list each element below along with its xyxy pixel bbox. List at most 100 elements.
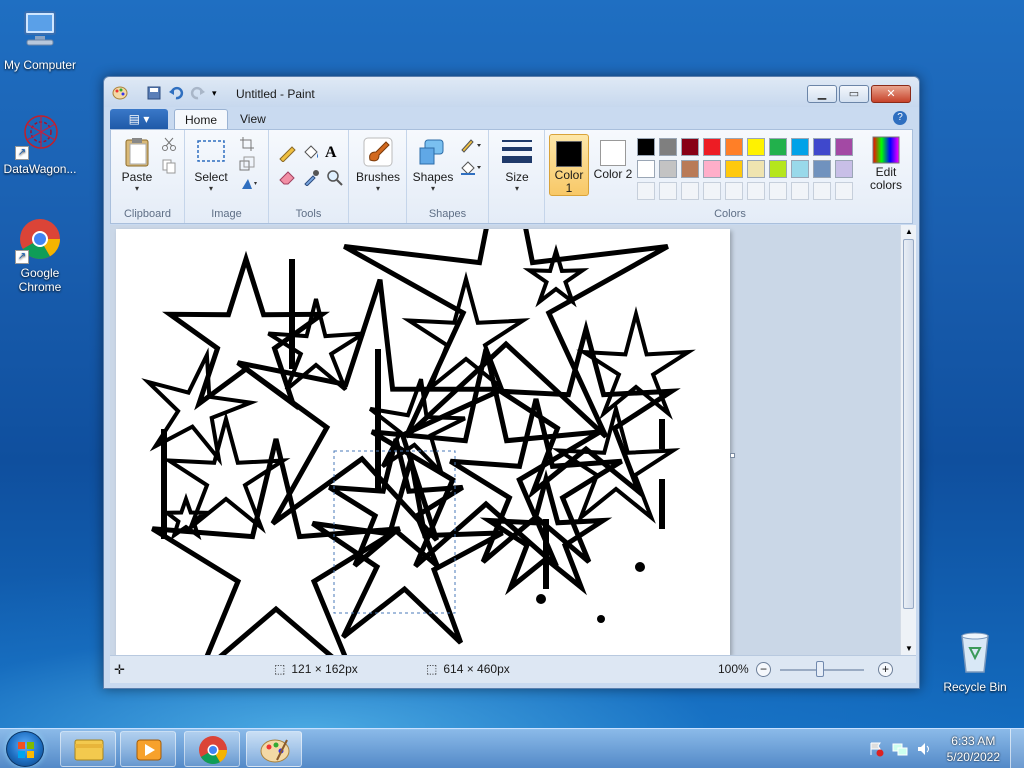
color-picker-icon[interactable] [301, 168, 321, 187]
help-icon[interactable]: ? [893, 111, 907, 125]
title-bar[interactable]: ▾ Untitled - Paint ▁ ▭ ✕ [104, 77, 919, 107]
size-button[interactable]: Size ▾ [495, 136, 539, 193]
crop-icon[interactable] [239, 136, 259, 154]
palette-swatch[interactable] [703, 138, 721, 156]
scroll-down-icon[interactable]: ▼ [905, 644, 913, 653]
group-size[interactable]: Size ▾ [489, 130, 545, 223]
shapes-button[interactable]: Shapes ▾ [411, 136, 455, 193]
palette-swatch[interactable] [747, 138, 765, 156]
palette-swatch[interactable] [725, 138, 743, 156]
recycle-bin-icon [952, 630, 998, 676]
paint-app-icon[interactable] [112, 85, 128, 101]
outline-icon[interactable] [459, 136, 481, 154]
palette-swatch[interactable] [835, 160, 853, 178]
clock[interactable]: 6:33 AM 5/20/2022 [947, 733, 1000, 765]
desktop-icon-datawagon[interactable]: ↗ DataWagon... [0, 112, 80, 176]
resize-icon[interactable] [239, 156, 259, 174]
palette-swatch[interactable] [681, 138, 699, 156]
minimize-button[interactable]: ▁ [807, 85, 837, 103]
color2-button[interactable]: Color 2 [593, 134, 633, 196]
copy-icon[interactable] [161, 158, 181, 176]
network-icon[interactable] [892, 741, 908, 760]
color1-button[interactable]: Color 1 [549, 134, 589, 196]
palette-swatch[interactable] [725, 160, 743, 178]
palette-swatch[interactable] [791, 160, 809, 178]
customize-qat-icon[interactable]: ▾ [212, 85, 228, 101]
palette-swatch[interactable] [725, 182, 743, 200]
palette-swatch[interactable] [813, 160, 831, 178]
palette-swatch[interactable] [703, 160, 721, 178]
scrollbar-thumb[interactable] [903, 239, 914, 609]
drawing-canvas[interactable] [116, 225, 730, 655]
cut-icon[interactable] [161, 136, 181, 154]
palette-swatch[interactable] [835, 138, 853, 156]
zoom-out-button[interactable]: − [756, 662, 771, 677]
select-button[interactable]: Select ▾ [191, 136, 231, 193]
palette-swatch[interactable] [681, 182, 699, 200]
save-icon[interactable] [146, 85, 162, 101]
zoom-in-button[interactable]: + [878, 662, 893, 677]
palette-swatch[interactable] [769, 160, 787, 178]
show-desktop-button[interactable] [1010, 729, 1024, 768]
text-tool-icon[interactable]: A [325, 144, 345, 162]
zoom-slider-knob[interactable] [816, 661, 824, 677]
palette-swatch[interactable] [637, 160, 655, 178]
palette-swatch[interactable] [813, 182, 831, 200]
edit-colors-icon [872, 136, 900, 164]
volume-icon[interactable] [916, 741, 932, 760]
canvas-resize-handle[interactable] [730, 453, 735, 458]
fill-style-icon[interactable] [459, 158, 481, 176]
undo-icon[interactable] [168, 85, 184, 101]
rotate-icon[interactable] [239, 176, 259, 194]
palette-swatch[interactable] [813, 138, 831, 156]
action-center-icon[interactable] [868, 741, 884, 760]
group-shapes: Shapes ▾ Shapes [407, 130, 489, 223]
eraser-icon[interactable] [277, 168, 297, 186]
image-size-icon: ⬚ [426, 662, 438, 676]
star-shape [401, 271, 531, 394]
palette-swatch[interactable] [659, 160, 677, 178]
redo-icon[interactable] [190, 85, 206, 101]
edit-colors-button[interactable]: Edit colors [861, 136, 911, 192]
palette-swatch[interactable] [659, 138, 677, 156]
brushes-button[interactable]: Brushes ▾ [355, 136, 401, 193]
taskbar-explorer[interactable] [60, 731, 116, 767]
palette-swatch[interactable] [769, 138, 787, 156]
start-button[interactable] [6, 731, 44, 767]
group-brushes[interactable]: Brushes ▾ [349, 130, 407, 223]
palette-swatch[interactable] [659, 182, 677, 200]
tab-home[interactable]: Home [174, 109, 229, 129]
folder-icon [74, 739, 104, 761]
taskbar-paint[interactable] [246, 731, 302, 767]
desktop-icon-recycle-bin[interactable]: Recycle Bin [935, 630, 1015, 694]
palette-swatch[interactable] [747, 160, 765, 178]
fill-icon[interactable] [301, 144, 321, 162]
palette-swatch[interactable] [769, 182, 787, 200]
palette-swatch[interactable] [835, 182, 853, 200]
paste-button[interactable]: Paste ▾ [117, 136, 157, 193]
maximize-button[interactable]: ▭ [839, 85, 869, 103]
group-label-image: Image [211, 208, 242, 220]
tab-view[interactable]: View [230, 109, 276, 129]
desktop-icon-google-chrome[interactable]: ↗ Google Chrome [0, 216, 80, 294]
palette-swatch[interactable] [703, 182, 721, 200]
line-width-icon [501, 136, 533, 168]
brushes-label: Brushes [355, 170, 401, 184]
group-label-clipboard: Clipboard [123, 208, 172, 220]
scroll-up-icon[interactable]: ▲ [905, 227, 913, 236]
close-button[interactable]: ✕ [871, 85, 911, 103]
paint-menu-button[interactable]: ▤ ▾ [110, 109, 168, 129]
palette-swatch[interactable] [637, 182, 655, 200]
taskbar-chrome[interactable] [184, 731, 240, 767]
vertical-scrollbar[interactable]: ▲ ▼ [900, 225, 916, 655]
palette-swatch[interactable] [637, 138, 655, 156]
taskbar-media-player[interactable] [120, 731, 176, 767]
palette-swatch[interactable] [747, 182, 765, 200]
desktop-icon-my-computer[interactable]: My Computer [0, 8, 80, 72]
palette-swatch[interactable] [791, 182, 809, 200]
pencil-icon[interactable] [277, 144, 297, 163]
palette-swatch[interactable] [791, 138, 809, 156]
palette-swatch[interactable] [681, 160, 699, 178]
magnifier-icon[interactable] [325, 168, 345, 186]
dot-mark [635, 562, 645, 572]
